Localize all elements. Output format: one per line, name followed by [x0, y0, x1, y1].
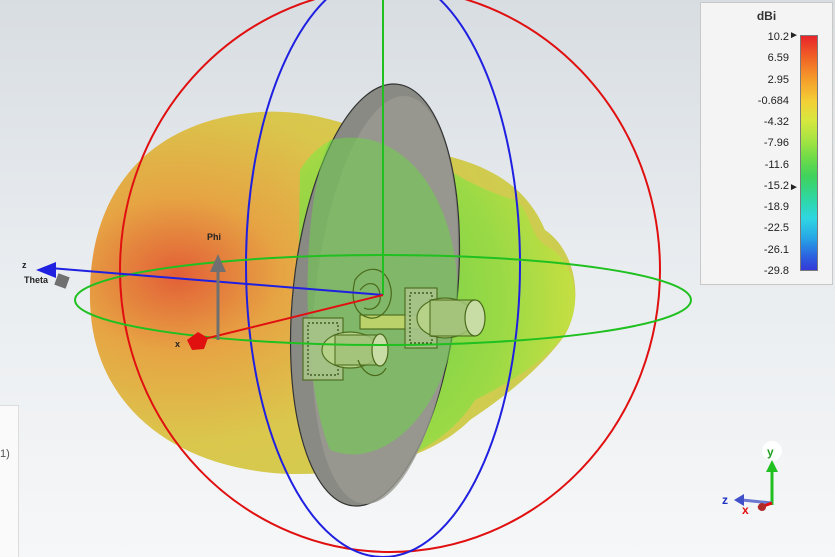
color-legend: dBi ► ► 10.2 6.59 2.95 -0.684 -4.32 -7.96 -11.…: [700, 2, 833, 285]
side-panel[interactable]: [0, 405, 19, 557]
legend-tick-label: -22.5: [763, 222, 789, 235]
legend-tick-label: -11.6: [764, 158, 789, 171]
side-panel-text: 1): [0, 448, 10, 460]
z-axis-label: z: [22, 260, 27, 270]
legend-tick-label: 2.95: [767, 73, 789, 86]
triad-x-label: x: [742, 503, 749, 517]
legend-tick-label: -0.684: [757, 94, 789, 107]
legend-tick-label: -18.9: [763, 201, 789, 214]
min-marker-icon: ►: [789, 182, 799, 193]
theta-label: Theta: [24, 275, 49, 285]
triad-y-label: y: [767, 445, 774, 459]
max-marker-icon: ►: [789, 30, 799, 41]
orientation-triad[interactable]: y z x: [722, 441, 782, 517]
legend-tick-label: -7.96: [763, 137, 789, 150]
legend-colorbar: [800, 35, 818, 271]
legend-tick-label: 6.59: [767, 52, 789, 65]
legend-tick-label: -15.2: [763, 179, 789, 192]
theta-marker: Theta: [24, 273, 70, 289]
legend-tick-label: -26.1: [763, 243, 789, 256]
x-axis-label: x: [175, 339, 180, 349]
legend-title: dBi: [756, 9, 777, 23]
triad-z-label: z: [722, 493, 728, 507]
legend-tick-label: 10.2: [767, 31, 789, 43]
phi-label: Phi: [207, 232, 221, 242]
legend-tick-label: -4.32: [763, 116, 789, 129]
legend-tick-label: -29.8: [763, 265, 789, 277]
